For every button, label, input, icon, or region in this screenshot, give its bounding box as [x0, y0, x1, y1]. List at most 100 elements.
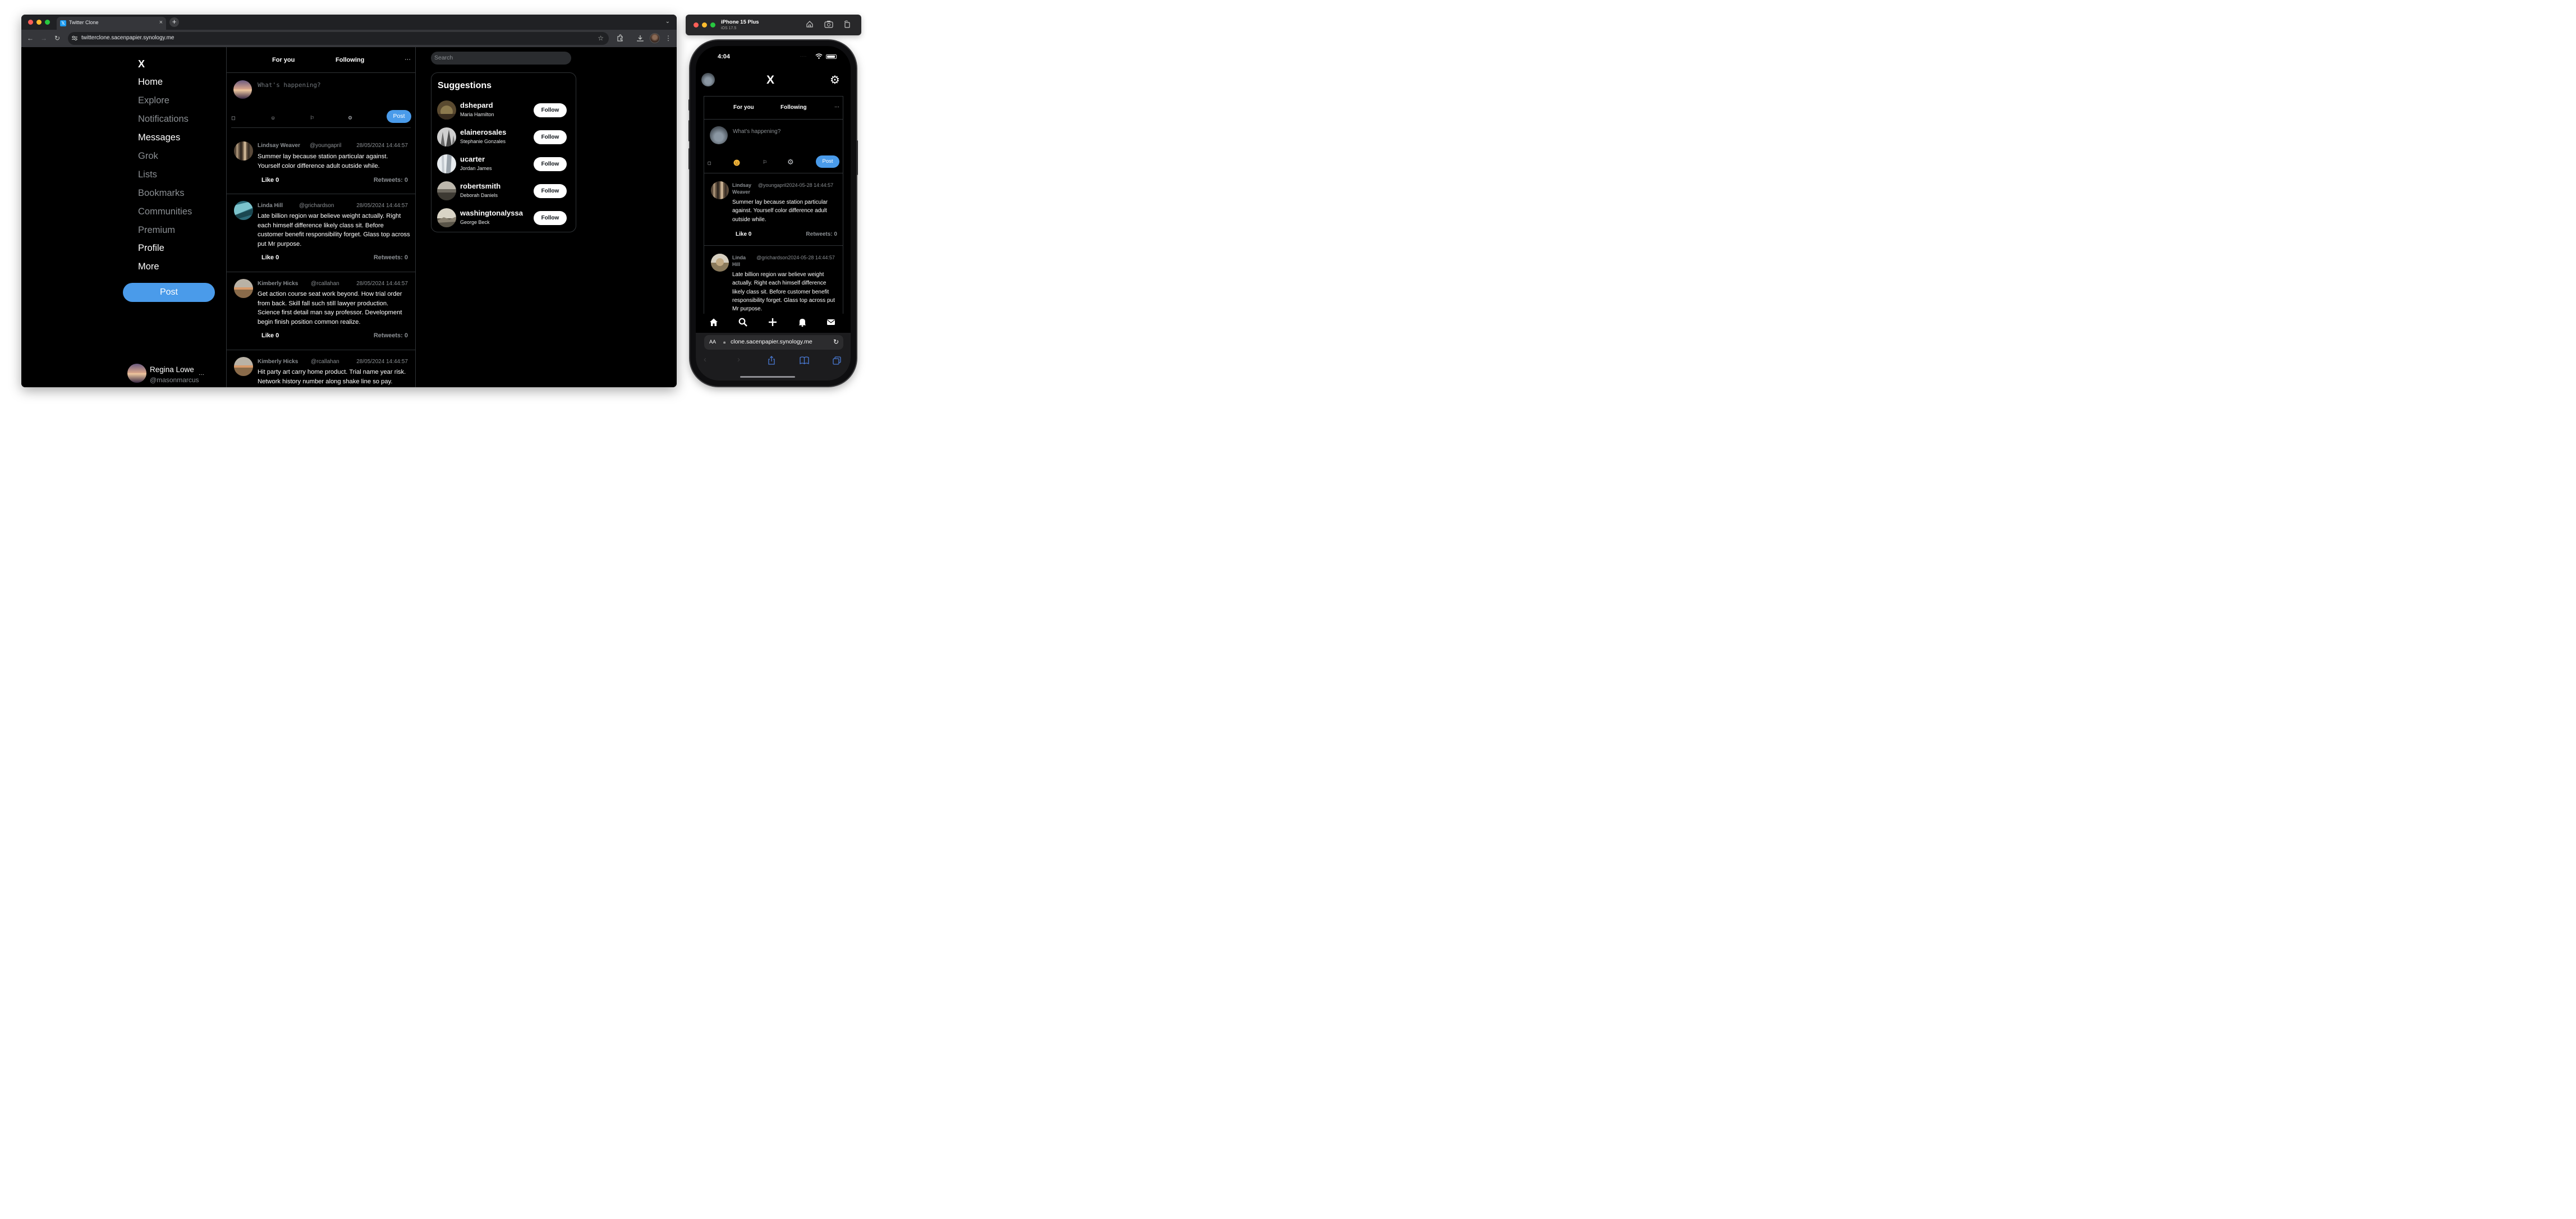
back-arrow-icon[interactable]: ← — [26, 34, 35, 43]
tweet-author-name[interactable]: Linda Hill — [732, 254, 755, 268]
follow-button[interactable]: Follow — [534, 103, 567, 117]
new-tab-button[interactable]: + — [169, 17, 179, 27]
tweet-avatar[interactable] — [234, 279, 253, 298]
minimize-window-button[interactable] — [702, 22, 707, 28]
tweet[interactable]: Kimberly Hicks @rcallahan 28/05/2024 14:… — [227, 272, 415, 350]
tweet-author-name[interactable]: Kimberly Hicks — [258, 359, 298, 365]
profile-avatar[interactable] — [650, 33, 660, 43]
suggestion-avatar[interactable] — [437, 208, 456, 227]
flag-icon[interactable]: ⚐ — [763, 159, 767, 166]
browser-tab[interactable]: 𝕏 Twitter Clone × — [57, 17, 166, 30]
suggestion-avatar[interactable] — [437, 100, 456, 120]
image-icon[interactable]: ◻ — [708, 161, 711, 166]
home-icon[interactable] — [806, 20, 814, 28]
bookmarks-icon[interactable] — [800, 356, 809, 364]
tweet-author-name[interactable]: Lindsay Weaver — [258, 143, 300, 149]
suggestion-avatar[interactable] — [437, 154, 456, 173]
settings-icon[interactable]: ⚙ — [348, 115, 352, 121]
suggestion-username[interactable]: ucarter — [460, 155, 485, 163]
tweet-handle[interactable]: @youngapril — [310, 143, 341, 149]
forward-arrow-icon[interactable]: → — [39, 34, 48, 43]
action-button[interactable] — [688, 99, 690, 111]
composer-input[interactable]: What's happening? — [733, 129, 780, 135]
composer-input[interactable]: What's happening? — [258, 81, 321, 89]
safari-address-bar[interactable]: AA 🔒︎ clone.sacenpapier.synology.me ↻ — [704, 335, 843, 350]
suggestion-avatar[interactable] — [437, 127, 456, 146]
suggestion-username[interactable]: robertsmith — [460, 182, 500, 190]
tweet[interactable]: Linda Hill @grichardson 28/05/2024 14:44… — [227, 194, 415, 272]
maximize-window-button[interactable] — [710, 22, 715, 28]
tweet-handle[interactable]: @rcallahan — [311, 359, 339, 365]
retweet-count[interactable]: Retweets: 0 — [374, 254, 408, 261]
tab-search-chevron-icon[interactable]: ⌄ — [665, 19, 670, 25]
bookmark-star-icon[interactable]: ☆ — [598, 34, 604, 42]
search-input[interactable]: Search — [431, 52, 571, 65]
search-icon[interactable] — [738, 318, 747, 327]
nav-explore[interactable]: Explore — [138, 95, 169, 106]
volume-up-button[interactable] — [688, 120, 690, 141]
volume-down-button[interactable] — [688, 148, 690, 169]
side-button[interactable] — [856, 140, 858, 175]
like-button[interactable]: Like 0 — [736, 231, 751, 237]
suggestion-row[interactable]: dshepard Maria Hamilton Follow — [431, 99, 576, 121]
nav-notifications[interactable]: Notifications — [138, 114, 189, 125]
tab-for-you[interactable]: For you — [733, 104, 754, 111]
back-arrow-icon[interactable]: ‹ — [704, 355, 706, 364]
tweet-author-name[interactable]: Lindsay Weaver — [732, 182, 755, 195]
retweet-count[interactable]: Retweets: 0 — [374, 177, 408, 184]
nav-bookmarks[interactable]: Bookmarks — [138, 188, 185, 199]
feed-more-icon[interactable]: ··· — [405, 56, 411, 63]
screenshot-icon[interactable] — [824, 20, 833, 28]
tweet-avatar[interactable] — [234, 357, 253, 376]
tweet-avatar[interactable] — [711, 254, 729, 272]
x-logo[interactable]: X — [766, 74, 774, 87]
x-logo[interactable]: X — [138, 58, 145, 70]
suggestion-username[interactable]: washingtonalyssa — [460, 209, 523, 217]
reload-icon[interactable]: ↻ — [53, 34, 62, 43]
follow-button[interactable]: Follow — [534, 130, 567, 144]
image-icon[interactable]: ◻ — [231, 115, 235, 121]
gear-icon[interactable]: ⚙ — [830, 75, 840, 86]
composer-post-button[interactable]: Post — [387, 110, 411, 123]
download-icon[interactable] — [636, 34, 644, 42]
extensions-icon[interactable] — [616, 34, 624, 42]
account-name[interactable]: Regina Lowe — [150, 365, 194, 374]
maximize-window-button[interactable] — [45, 20, 50, 25]
text-size-button[interactable]: AA — [709, 339, 716, 345]
tweet-avatar[interactable] — [711, 181, 729, 199]
rotate-icon[interactable] — [843, 20, 851, 28]
emoji-icon[interactable]: ☺ — [270, 115, 275, 121]
suggestion-row[interactable]: ucarter Jordan James Follow — [431, 153, 576, 175]
tweet-handle[interactable]: @rcallahan — [311, 281, 339, 287]
suggestion-username[interactable]: dshepard — [460, 101, 493, 109]
reload-icon[interactable]: ↻ — [833, 338, 839, 346]
retweet-count[interactable]: Retweets: 0 — [806, 231, 837, 237]
nav-grok[interactable]: Grok — [138, 151, 158, 162]
url-text[interactable]: twitterclone.sacenpapier.synology.me — [81, 35, 174, 41]
tab-following[interactable]: Following — [780, 104, 807, 111]
address-bar[interactable]: twitterclone.sacenpapier.synology.me ☆ — [68, 32, 609, 45]
safari-url[interactable]: clone.sacenpapier.synology.me — [731, 338, 812, 345]
tweet-handle[interactable]: @grichardson — [299, 203, 334, 209]
emoji-icon[interactable] — [733, 159, 740, 166]
share-icon[interactable] — [768, 356, 775, 365]
nav-premium[interactable]: Premium — [138, 225, 175, 236]
retweet-count[interactable]: Retweets: 0 — [374, 332, 408, 339]
bell-icon[interactable] — [798, 318, 807, 327]
composer-post-button[interactable]: Post — [816, 155, 839, 168]
home-icon[interactable] — [709, 318, 718, 327]
like-button[interactable]: Like 0 — [261, 332, 279, 339]
account-avatar[interactable] — [127, 364, 146, 383]
feed-more-icon[interactable]: ··· — [834, 104, 839, 109]
account-more-icon[interactable]: ··· — [199, 372, 204, 378]
mail-icon[interactable] — [826, 318, 835, 327]
follow-button[interactable]: Follow — [534, 211, 567, 225]
tweet-avatar[interactable] — [234, 141, 253, 161]
tab-close-icon[interactable]: × — [159, 19, 163, 26]
tweet-author-name[interactable]: Linda Hill — [258, 203, 283, 209]
tweet-author-name[interactable]: Kimberly Hicks — [258, 281, 298, 287]
close-window-button[interactable] — [28, 20, 33, 25]
tab-for-you[interactable]: For you — [272, 57, 295, 63]
nav-messages[interactable]: Messages — [138, 132, 180, 143]
post-button[interactable]: Post — [123, 283, 215, 302]
